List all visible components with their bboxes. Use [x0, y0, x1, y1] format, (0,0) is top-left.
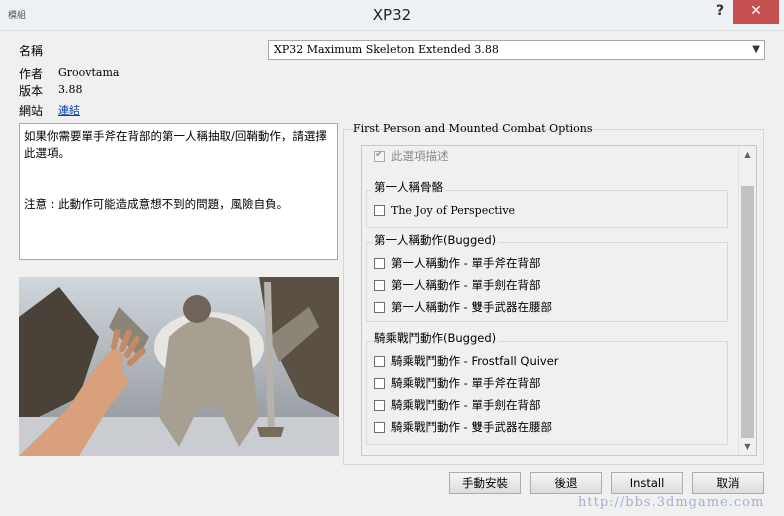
option-fp-sword-back[interactable]: 第一人稱動作 - 單手劍在背部: [374, 277, 540, 293]
cancel-button[interactable]: 取消: [692, 472, 764, 494]
checkbox: [374, 149, 385, 162]
option-mounted-twohanded-hip[interactable]: 騎乘戰鬥動作 - 雙手武器在腰部: [374, 419, 552, 435]
website-label: 網站: [19, 104, 44, 118]
install-button[interactable]: Install: [611, 472, 683, 494]
option-fp-twohanded-hip[interactable]: 第一人稱動作 - 雙手武器在腰部: [374, 299, 552, 315]
version-label: 版本: [19, 84, 44, 98]
checkbox[interactable]: [374, 355, 385, 367]
option-group-caption: 第一人稱動作(Bugged): [372, 232, 499, 248]
option-joy-of-perspective[interactable]: The Joy of Perspective: [374, 202, 515, 218]
checkbox[interactable]: [374, 399, 385, 411]
scroll-thumb[interactable]: [741, 186, 754, 438]
option-label: 騎乘戰鬥動作 - Frostfall Quiver: [391, 354, 559, 368]
title-bar: 模組 XP32 ? ✕: [0, 0, 784, 31]
checkbox[interactable]: [374, 204, 385, 216]
options-scrollbar[interactable]: ▲ ▼: [738, 146, 756, 455]
version-value: 3.88: [58, 83, 83, 96]
checkbox[interactable]: [374, 377, 385, 389]
window-title: XP32: [372, 6, 412, 24]
option-group-caption: 騎乘戰鬥動作(Bugged): [372, 330, 499, 346]
scroll-down-arrow-icon[interactable]: ▼: [739, 438, 756, 455]
scroll-up-arrow-icon[interactable]: ▲: [739, 146, 756, 163]
option-label: The Joy of Perspective: [391, 203, 516, 217]
option-label: 騎乘戰鬥動作 - 雙手武器在腰部: [391, 420, 552, 434]
author-value: Groovtama: [58, 66, 120, 79]
checkbox[interactable]: [374, 421, 385, 433]
help-button[interactable]: ?: [708, 0, 732, 24]
option-label: 第一人稱動作 - 雙手武器在腰部: [391, 300, 552, 314]
description-box[interactable]: 如果你需要單手斧在背部的第一人稱抽取/回鞘動作，請選擇此選項。 注意 : 此動作…: [19, 123, 338, 260]
manual-install-button[interactable]: 手動安裝: [449, 472, 521, 494]
checkbox[interactable]: [374, 257, 385, 269]
snow-troll-scene-image: [19, 277, 339, 456]
preview-image: [19, 277, 339, 456]
option-mounted-sword-back[interactable]: 騎乘戰鬥動作 - 單手劍在背部: [374, 397, 540, 413]
options-group-caption: First Person and Mounted Combat Options: [353, 122, 593, 135]
close-button[interactable]: ✕: [733, 0, 779, 24]
option-group-caption: 第一人稱骨骼: [372, 179, 445, 195]
package-select[interactable]: XP32 Maximum Skeleton Extended 3.88 ▼: [268, 40, 765, 60]
option-label: 此選項描述: [391, 149, 449, 163]
chevron-down-icon[interactable]: ▼: [752, 44, 760, 55]
option-label: 騎乘戰鬥動作 - 單手劍在背部: [391, 398, 541, 412]
description-option: 此選項描述: [374, 148, 449, 164]
website-link[interactable]: 連結: [58, 104, 80, 117]
option-label: 騎乘戰鬥動作 - 單手斧在背部: [391, 376, 541, 390]
checkbox[interactable]: [374, 279, 385, 291]
name-label: 名稱: [19, 44, 44, 58]
description-note: 注意 : 此動作可能造成意想不到的問題，風險自負。: [24, 197, 289, 211]
option-label: 第一人稱動作 - 單手劍在背部: [391, 278, 541, 292]
watermark-text: http://bbs.3dmgame.com: [578, 495, 765, 510]
option-label: 第一人稱動作 - 單手斧在背部: [391, 256, 541, 270]
option-mounted-axe-back[interactable]: 騎乘戰鬥動作 - 單手斧在背部: [374, 375, 540, 391]
description-line: 如果你需要單手斧在背部的第一人稱抽取/回鞘動作，請選擇此選項。: [24, 129, 327, 160]
options-list[interactable]: 此選項描述 第一人稱骨骼 The Joy of Perspective 第一人稱…: [361, 145, 757, 456]
back-button[interactable]: 後退: [530, 472, 602, 494]
option-mounted-frostfall-quiver[interactable]: 騎乘戰鬥動作 - Frostfall Quiver: [374, 353, 559, 369]
author-label: 作者: [19, 67, 44, 81]
checkbox[interactable]: [374, 301, 385, 313]
option-fp-axe-back[interactable]: 第一人稱動作 - 單手斧在背部: [374, 255, 540, 271]
package-select-value: XP32 Maximum Skeleton Extended 3.88: [274, 43, 499, 56]
